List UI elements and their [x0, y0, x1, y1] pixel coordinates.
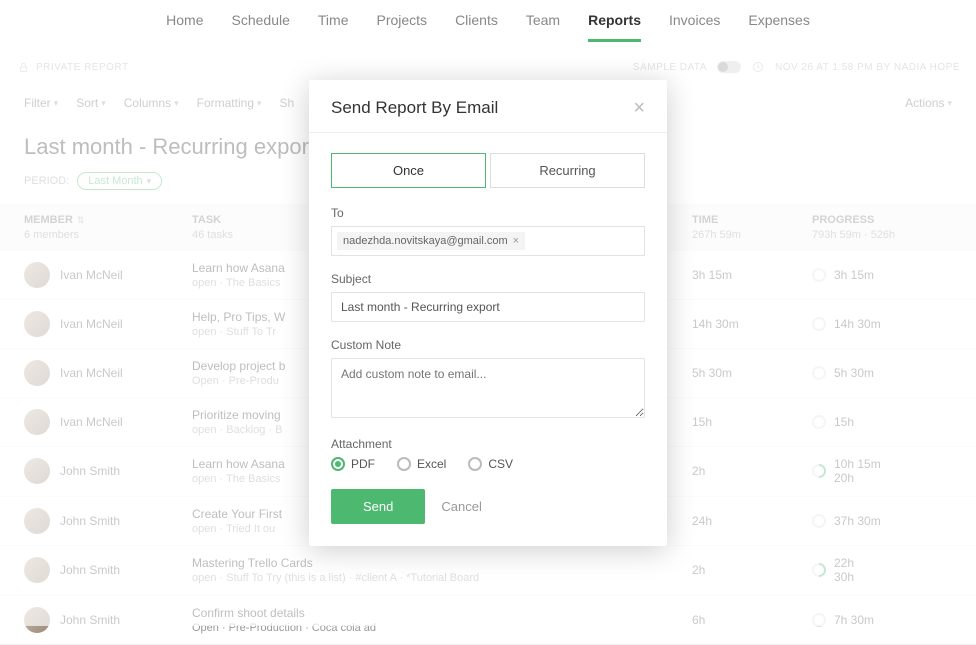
custom-note-label: Custom Note — [331, 338, 645, 352]
remove-chip-icon[interactable]: × — [513, 235, 519, 247]
to-input[interactable]: nadezhda.novitskaya@gmail.com × — [331, 226, 645, 256]
radio-selected-icon — [331, 457, 345, 471]
radio-icon — [468, 457, 482, 471]
nav-home[interactable]: Home — [166, 12, 203, 42]
nav-schedule[interactable]: Schedule — [232, 12, 290, 42]
send-button[interactable]: Send — [331, 489, 425, 524]
cancel-button[interactable]: Cancel — [441, 499, 481, 514]
nav-team[interactable]: Team — [526, 12, 560, 42]
attachment-excel-radio[interactable]: Excel — [397, 457, 446, 471]
nav-projects[interactable]: Projects — [376, 12, 427, 42]
custom-note-input[interactable] — [331, 358, 645, 418]
nav-expenses[interactable]: Expenses — [748, 12, 809, 42]
nav-time[interactable]: Time — [318, 12, 349, 42]
attachment-label: Attachment — [331, 437, 645, 451]
recipient-chip: nadezhda.novitskaya@gmail.com × — [337, 232, 525, 250]
tab-once[interactable]: Once — [331, 153, 486, 188]
main-nav: Home Schedule Time Projects Clients Team… — [0, 0, 976, 42]
radio-icon — [397, 457, 411, 471]
tab-recurring[interactable]: Recurring — [490, 153, 645, 188]
send-email-modal: Send Report By Email × Once Recurring To… — [309, 80, 667, 546]
close-icon[interactable]: × — [633, 98, 645, 118]
nav-invoices[interactable]: Invoices — [669, 12, 720, 42]
nav-reports[interactable]: Reports — [588, 12, 641, 42]
attachment-pdf-radio[interactable]: PDF — [331, 457, 375, 471]
subject-label: Subject — [331, 272, 645, 286]
subject-input[interactable] — [331, 292, 645, 322]
modal-title: Send Report By Email — [331, 98, 498, 118]
nav-clients[interactable]: Clients — [455, 12, 498, 42]
attachment-csv-radio[interactable]: CSV — [468, 457, 513, 471]
to-label: To — [331, 206, 645, 220]
